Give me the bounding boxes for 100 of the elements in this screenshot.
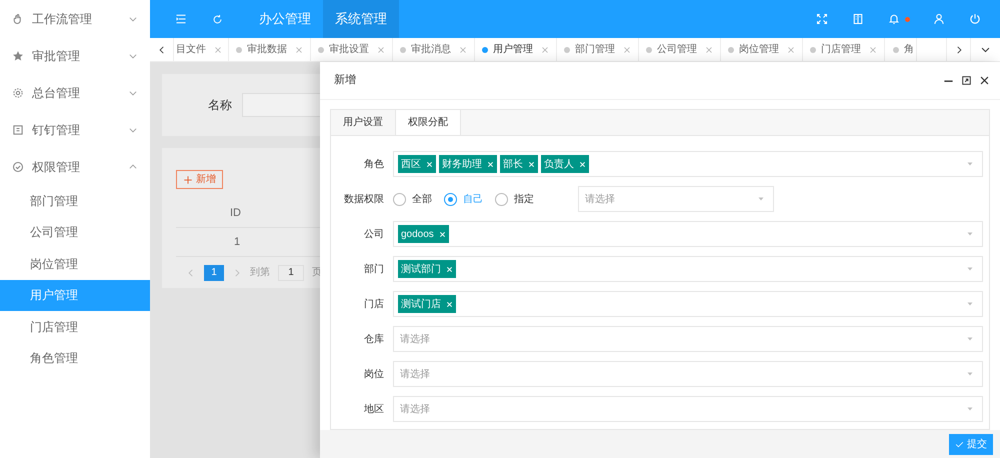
user-button[interactable] [932,12,946,26]
star-icon [12,50,24,62]
multi-select-field[interactable]: godoos [393,221,983,247]
field-label: 公司 [363,228,385,242]
gear-icon [12,86,24,98]
hand-icon [12,12,24,24]
dropdown-caret-icon [966,300,974,308]
goto-label: 到第 [250,266,270,280]
tab[interactable]: 门店管理 [803,38,885,61]
field-label: 角色 [363,158,385,172]
close-icon [377,46,385,54]
sidebar-item[interactable]: 钉钉管理 [0,111,150,148]
tag[interactable]: 负责人 [541,155,589,173]
sidebar-subitem[interactable]: 门店管理 [0,311,150,342]
tab[interactable]: 审批设置 [311,38,393,61]
calendar-icon [12,124,24,136]
tab[interactable]: 岗位管理 [721,38,803,61]
expand-icon [816,13,828,25]
remove-icon [528,160,535,168]
search-field[interactable] [242,93,320,117]
field-label: 部门 [363,262,385,276]
sidebar-subitem[interactable]: 岗位管理 [0,248,150,280]
tag[interactable]: godoos [398,225,449,243]
columns-icon [852,13,864,25]
field-label: 仓库 [363,332,385,346]
bell-icon [888,13,900,25]
layout-button[interactable] [851,12,865,26]
sidebar-subitem[interactable]: 部门管理 [0,185,150,216]
remove-icon [446,300,453,308]
add-button[interactable]: 新增 [176,170,223,190]
tag[interactable]: 测试部门 [398,260,456,278]
remove-icon [446,266,453,272]
close-icon [869,46,877,54]
radio-option[interactable]: 指定 [495,192,534,206]
dropdown-caret-icon [966,230,974,238]
close-icon [787,46,795,54]
sidebar-item[interactable]: 工作流管理 [0,0,150,37]
form-tab[interactable]: 用户设置 [331,110,395,135]
multi-select-field[interactable]: 测试门店 [393,291,983,317]
drawer-title: 新增 [334,72,356,88]
sidebar-subitem[interactable]: 公司管理 [0,216,150,248]
plus-icon [183,174,193,185]
tab[interactable]: 公司管理 [639,38,721,61]
menu-icon [175,13,187,25]
form-tab[interactable]: 权限分配 [395,110,461,135]
notifications-button[interactable] [887,12,901,26]
page-input[interactable]: 1 [278,264,304,281]
close-icon [541,46,549,54]
remove-icon [426,160,433,168]
tab[interactable]: 目文件 [174,38,229,61]
close-icon [705,46,713,54]
tab[interactable]: 部门管理 [557,38,639,61]
fullscreen-button[interactable] [815,12,829,26]
close-icon [295,46,303,54]
multi-select-field[interactable]: 西区 财务助理 部长 负责人 [393,151,983,177]
dropdown-caret-icon [966,370,974,378]
tab[interactable]: 角 [885,38,917,61]
remove-icon [487,160,494,168]
close-icon [623,46,631,54]
shield-check-icon [12,160,24,172]
dropdown-caret-icon [966,405,974,413]
tag[interactable]: 测试门店 [398,295,456,313]
tab[interactable]: 审批数据 [229,38,311,61]
field-label: 名称 [208,97,232,114]
field-label: 岗位 [363,368,385,382]
logout-button[interactable] [968,12,982,26]
dropdown-caret-icon [757,195,765,203]
user-icon [933,13,945,25]
dropdown-caret-icon [966,265,974,273]
column-header: ID [230,206,241,222]
remove-icon [438,230,446,238]
dropdown-caret-icon [966,335,974,343]
sidebar-item[interactable]: 总台管理 [0,74,150,111]
field-label: 地区 [363,402,385,416]
sidebar-item[interactable]: 审批管理 [0,37,150,74]
power-icon [969,13,981,25]
refresh-icon [212,14,222,24]
remove-icon [579,160,586,168]
dropdown-caret-icon [966,160,974,168]
tag[interactable]: 部长 [500,155,538,173]
multi-select-field[interactable]: 测试部门 [393,256,983,282]
table-cell-text: 1 [234,234,240,250]
tab[interactable]: 审批消息 [393,38,475,61]
field-label: 数据权限 [343,192,385,206]
page-button[interactable]: 1 [204,264,224,281]
close-icon [978,75,990,86]
maximize-icon [960,75,972,86]
radio-option[interactable]: 全部 [393,192,432,206]
maximize-button[interactable] [960,74,972,86]
tab[interactable]: 用户管理 [475,38,557,61]
tag[interactable]: 西区 [398,155,436,173]
field-label: 门店 [363,298,385,312]
top-menu-item[interactable]: 系统管理 [323,0,399,38]
tag[interactable]: 财务助理 [439,155,497,173]
sidebar-item[interactable]: 权限管理 [0,148,150,185]
sidebar-subitem[interactable]: 角色管理 [0,342,150,374]
close-button[interactable] [978,74,990,86]
close-icon [214,46,222,54]
check-icon [955,440,964,448]
close-icon [459,46,467,54]
